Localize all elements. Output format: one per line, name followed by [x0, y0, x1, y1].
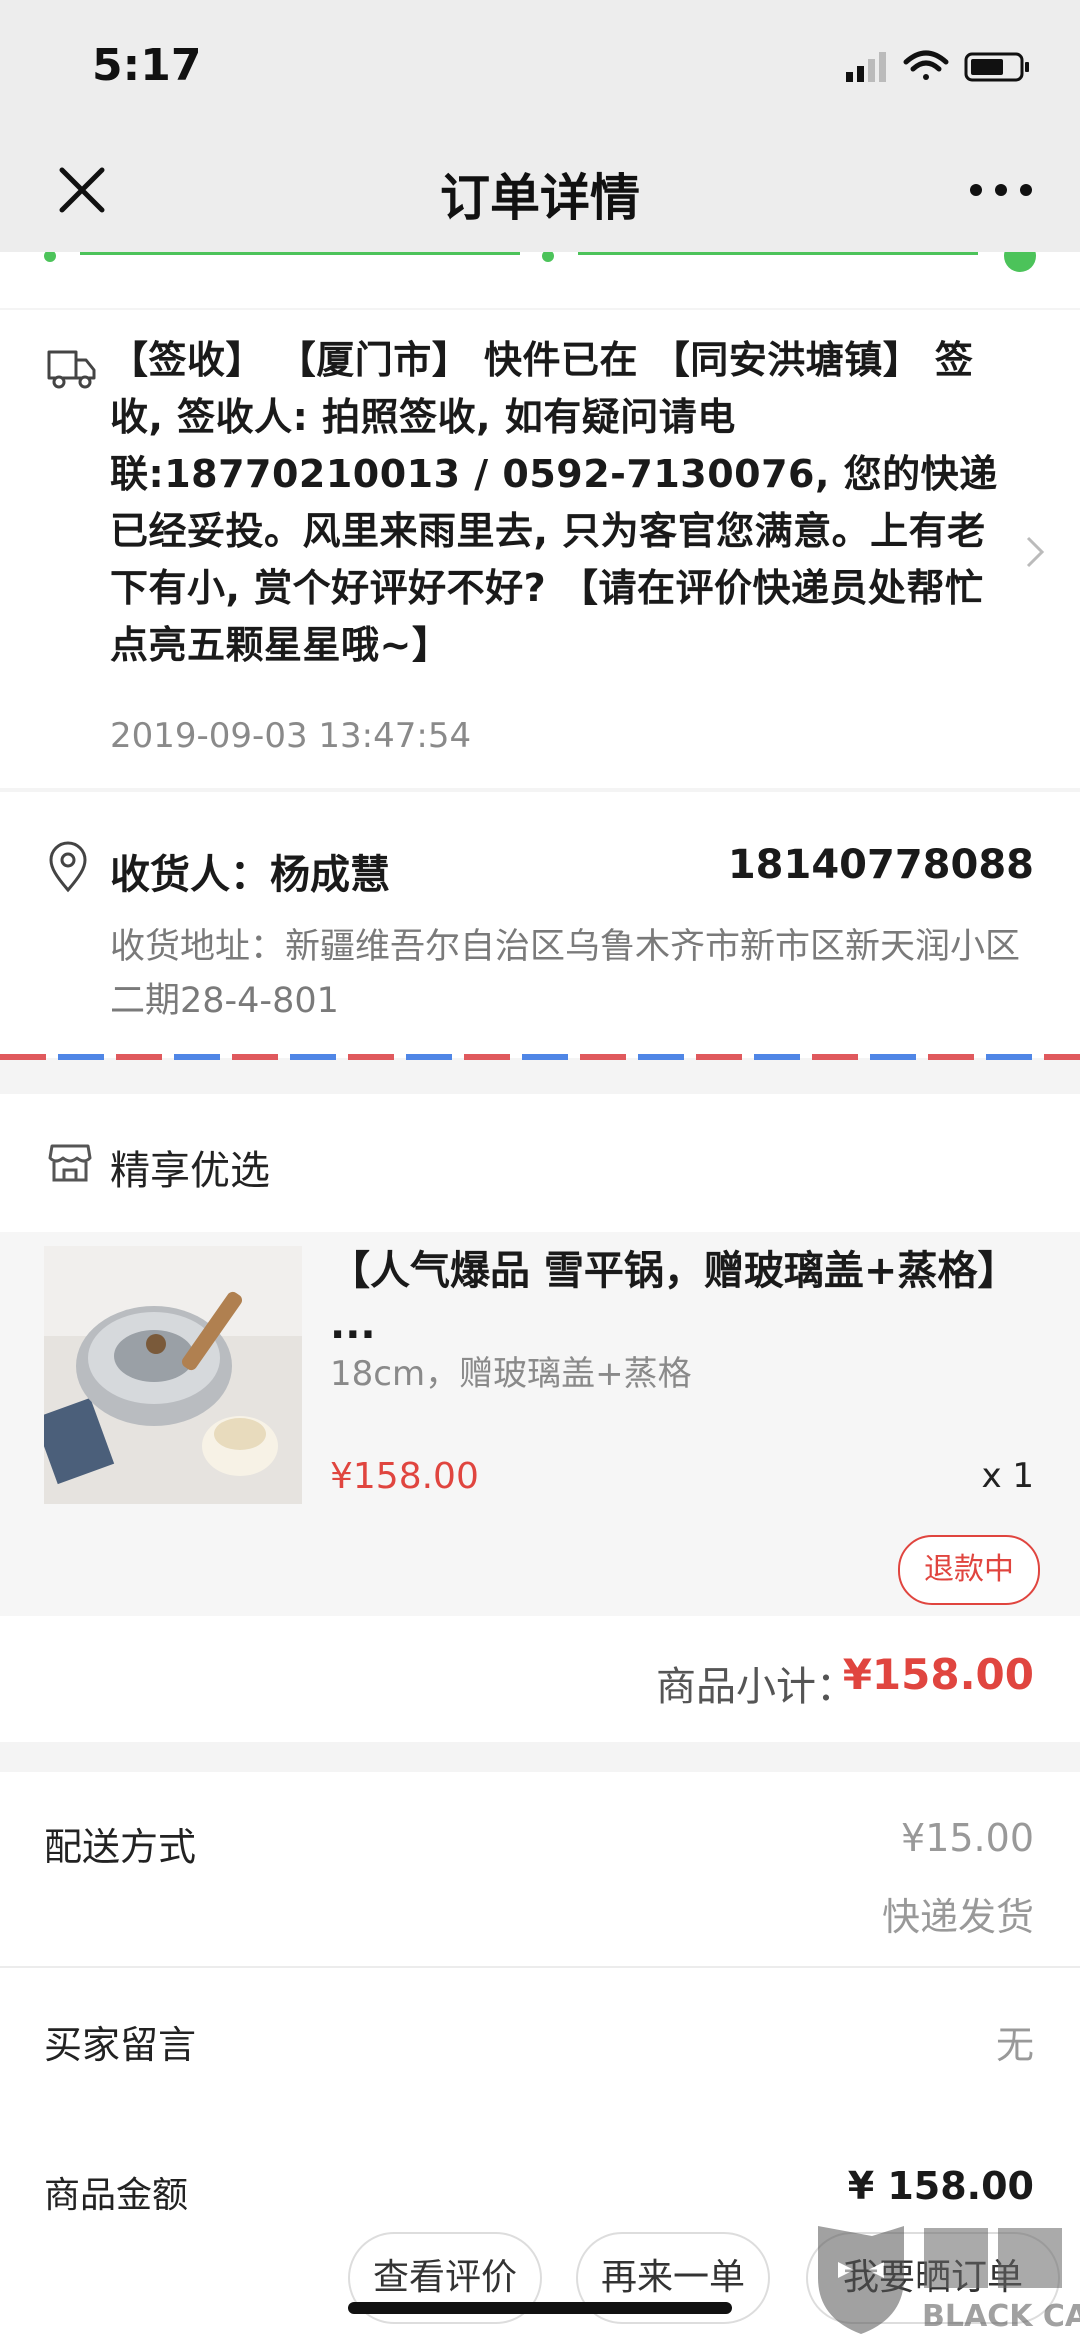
order-progress	[0, 252, 1080, 308]
product-price: ¥158.00	[330, 1456, 479, 1497]
shop-name: 精享优选	[110, 1148, 270, 1194]
refund-status-button[interactable]: 退款中	[898, 1535, 1040, 1605]
consignee-name: 收货人：杨成慧	[110, 852, 390, 898]
home-indicator	[348, 2302, 732, 2314]
amount-label: 商品金额	[44, 2175, 189, 2216]
product-quantity: x 1	[981, 1456, 1034, 1496]
divider	[0, 1966, 1080, 1968]
subtotal-label: 商品小计：	[656, 1664, 856, 1710]
envelope-border	[0, 1054, 1080, 1060]
store-icon	[48, 1144, 92, 1182]
page-title: 订单详情	[440, 169, 640, 227]
subtotal-value: ¥158.00	[842, 1650, 1034, 1699]
delivery-fee: ¥15.00	[901, 1816, 1034, 1860]
amount-value: ¥ 158.00	[847, 2164, 1034, 2208]
logistics-status-text: 【签收】 【厦门市】 快件已在 【同安洪塘镇】 签收, 签收人: 拍照签收, 如…	[110, 338, 998, 667]
location-pin-icon	[49, 841, 87, 893]
svg-text:BLACK CAT: BLACK CAT	[922, 2299, 1080, 2334]
chevron-right-icon[interactable]	[1022, 532, 1048, 572]
battery-icon	[964, 52, 1029, 82]
product-spec: 18cm，赠玻璃盖+蒸格	[330, 1354, 692, 1394]
wifi-icon	[903, 50, 949, 80]
product-thumbnail[interactable]	[44, 1246, 302, 1504]
consignee-phone: 18140778088	[727, 842, 1034, 888]
consignee-address: 收货地址：新疆维吾尔自治区乌鲁木齐市新市区新天润小区二期28-4-801	[110, 927, 1021, 1021]
more-icon[interactable]	[966, 170, 1036, 210]
status-icons	[846, 50, 1029, 82]
message-value: 无	[995, 2023, 1034, 2067]
delivery-method: 快递发货	[881, 1895, 1034, 1939]
signal-icon	[846, 52, 886, 82]
message-label: 买家留言	[44, 2023, 197, 2067]
truck-icon	[47, 350, 96, 389]
logistics-time: 2019-09-03 13:47:54	[110, 716, 472, 756]
product-title: 【人气爆品 雪平锅，赠玻璃盖+蒸格】 ...	[330, 1248, 1018, 1348]
status-time: 5:17	[92, 40, 202, 91]
blackcat-watermark-logo: BLACK CAT	[818, 2226, 1080, 2334]
delivery-label: 配送方式	[44, 1825, 197, 1869]
